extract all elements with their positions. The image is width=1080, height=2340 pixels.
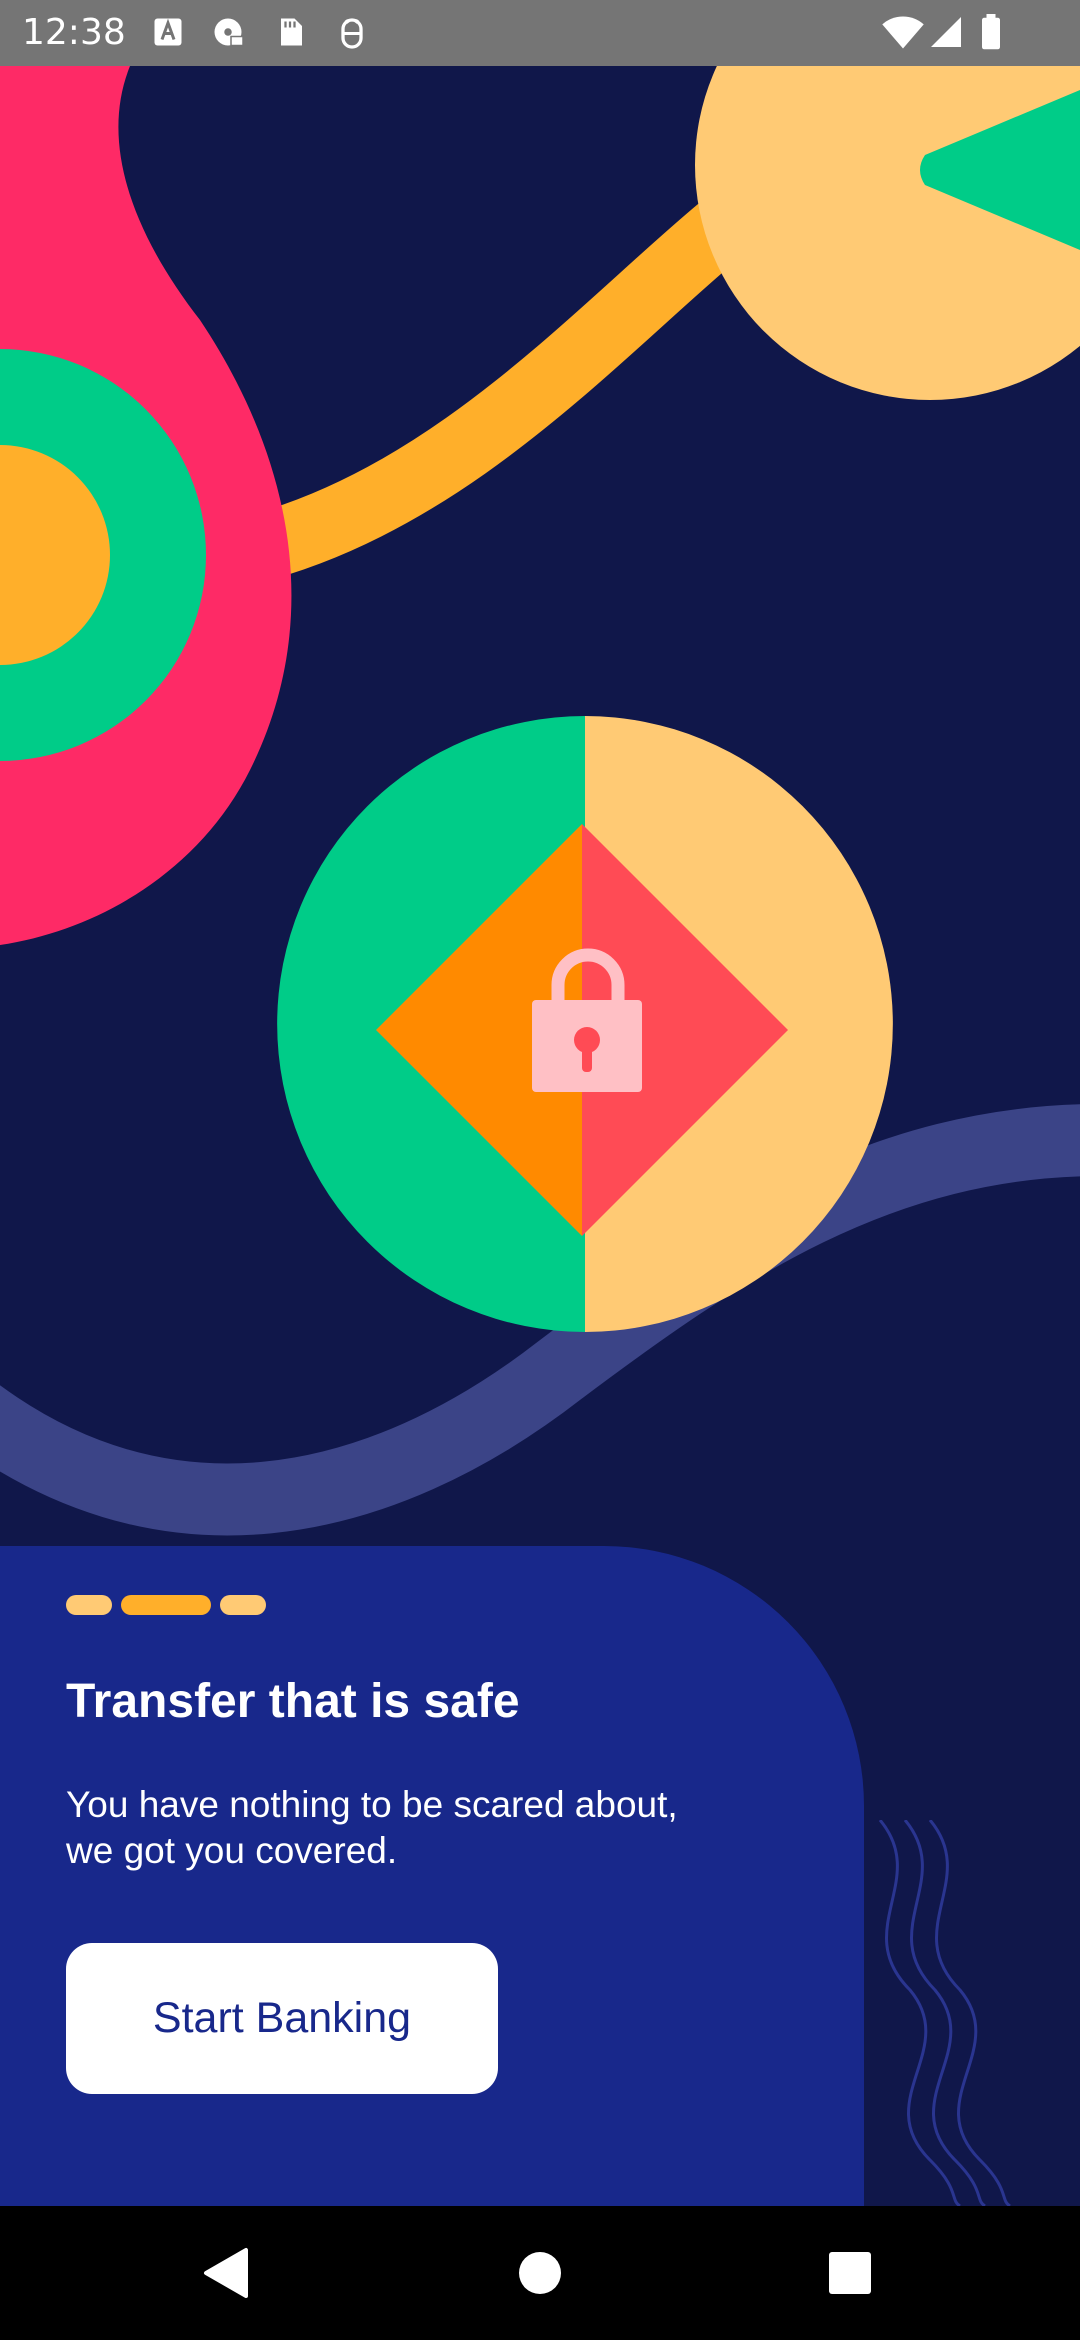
text-a-icon	[154, 18, 182, 46]
page-dot-3	[220, 1595, 266, 1615]
recents-icon[interactable]	[805, 2228, 895, 2318]
onboarding-screen: 12:38 Transfer that is safe You have not…	[0, 0, 1080, 2340]
onboarding-subtitle: You have nothing to be scared about, we …	[66, 1784, 678, 1871]
battery-icon	[982, 14, 1000, 50]
status-bar: 12:38	[0, 0, 1080, 66]
system-nav-bar	[0, 2206, 1080, 2340]
signal-icon	[931, 17, 961, 47]
back-icon[interactable]	[180, 2228, 270, 2318]
decorative-waves	[878, 1820, 1011, 2206]
start-banking-button[interactable]: Start Banking	[66, 1943, 498, 2094]
onboarding-card	[0, 1546, 864, 2206]
android-debug-icon	[341, 18, 363, 49]
hero-illustration	[0, 66, 1080, 1536]
page-dot-1	[66, 1595, 112, 1615]
onboarding-title: Transfer that is safe	[66, 1675, 520, 1728]
page-dot-2-active	[121, 1595, 211, 1615]
disc-icon	[214, 18, 244, 47]
status-time: 12:38	[22, 12, 126, 53]
home-icon[interactable]	[495, 2228, 585, 2318]
wifi-icon	[882, 16, 924, 49]
sd-card-icon	[281, 18, 302, 46]
